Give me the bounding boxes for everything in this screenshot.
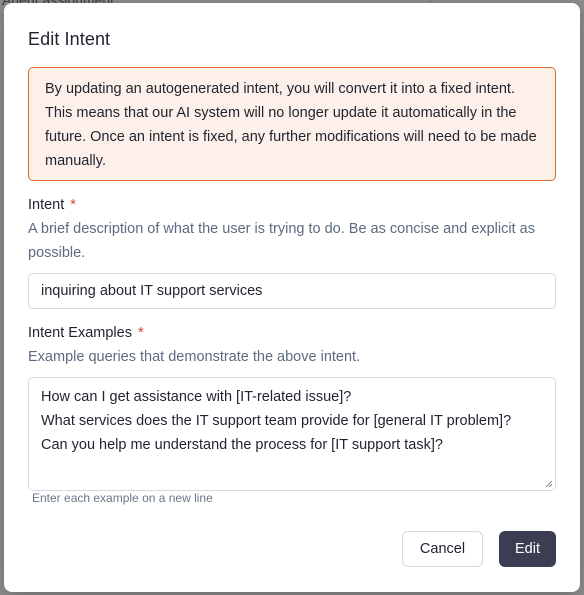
- examples-hint: Enter each example on a new line: [32, 491, 213, 505]
- intent-input[interactable]: [28, 273, 556, 309]
- edit-intent-dialog: Edit Intent By updating an autogenerated…: [4, 3, 580, 592]
- resize-handle-icon[interactable]: [545, 480, 553, 488]
- intent-examples-label: Intent Examples *: [28, 325, 144, 341]
- intent-examples-label-text: Intent Examples: [28, 325, 132, 341]
- cancel-button[interactable]: Cancel: [402, 531, 483, 567]
- example-line: How can I get assistance with [IT-relate…: [41, 389, 352, 405]
- intent-examples-help-text: Example queries that demonstrate the abo…: [28, 349, 361, 365]
- example-line: Can you help me understand the process f…: [41, 437, 443, 453]
- dialog-title: Edit Intent: [28, 29, 111, 49]
- required-asterisk: *: [70, 197, 76, 213]
- intent-label: Intent *: [28, 197, 76, 213]
- intent-label-text: Intent: [28, 197, 65, 213]
- intent-examples-textarea[interactable]: How can I get assistance with [IT-relate…: [28, 377, 556, 491]
- convert-warning-alert: By updating an autogenerated intent, you…: [28, 67, 556, 181]
- edit-button[interactable]: Edit: [499, 531, 556, 567]
- example-line: What services does the IT support team p…: [41, 413, 512, 429]
- required-asterisk: *: [137, 325, 144, 341]
- intent-help-text: A brief description of what the user is …: [28, 221, 535, 261]
